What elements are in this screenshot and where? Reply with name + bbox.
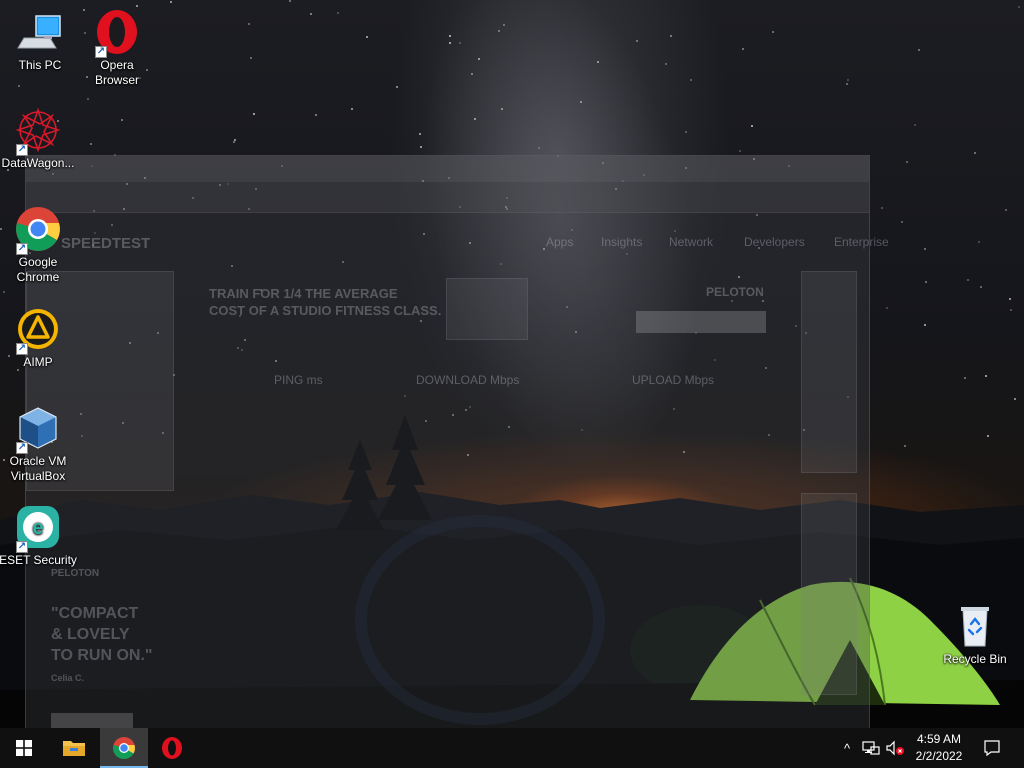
ghost-quote-author: Celia C. bbox=[51, 673, 85, 683]
recycle-bin-icon bbox=[951, 602, 999, 650]
ghost-quote-line-1: "COMPACT bbox=[51, 605, 139, 622]
action-center-button[interactable] bbox=[978, 728, 1006, 768]
ghost-nav-enterprise: Enterprise bbox=[834, 235, 889, 249]
taskbar-file-explorer[interactable] bbox=[50, 728, 98, 768]
ghost-nav-apps: Apps bbox=[546, 235, 574, 249]
desktop-icon-label: Google Chrome bbox=[16, 255, 60, 284]
desktop-icon-this-pc[interactable]: This PC bbox=[0, 8, 80, 73]
eset-icon: e ↗ bbox=[14, 503, 62, 553]
start-icon bbox=[16, 740, 32, 756]
desktop-icon-label: Recycle Bin bbox=[943, 652, 1007, 666]
ghost-ad-brand: PELOTON bbox=[706, 285, 764, 299]
ghost-ad-headline-2: COST OF A STUDIO FITNESS CLASS. bbox=[209, 303, 442, 318]
ghost-address-bar bbox=[26, 182, 869, 213]
ghost-right-ad-1 bbox=[801, 271, 857, 473]
aimp-icon: ↗ bbox=[14, 305, 62, 355]
desktop-icon-label: ESET Security bbox=[0, 553, 77, 567]
taskbar-opera[interactable] bbox=[148, 728, 196, 768]
ghost-metric-ping: PING ms bbox=[274, 373, 323, 387]
ghost-tab-strip bbox=[26, 156, 869, 182]
desktop-icon-datawagon[interactable]: ↗ DataWagon... bbox=[0, 106, 78, 171]
taskbar-chrome[interactable] bbox=[100, 728, 148, 768]
desktop-icon-eset[interactable]: e ↗ ESET Security bbox=[0, 503, 78, 568]
shortcut-arrow-icon: ↗ bbox=[16, 243, 28, 255]
ghost-ad-headline-1: TRAIN FOR 1/4 THE AVERAGE bbox=[209, 286, 398, 301]
ghost-nav-developers: Developers bbox=[744, 235, 805, 249]
ghost-side-brand: PELOTON bbox=[51, 568, 100, 579]
ghost-ad-image bbox=[446, 278, 528, 340]
ghost-ad-button bbox=[636, 311, 766, 333]
desktop-icon-opera[interactable]: ↗ Opera Browser bbox=[77, 8, 157, 88]
desktop-icon-virtualbox[interactable]: ↗ Oracle VM VirtualBox bbox=[0, 404, 78, 484]
virtualbox-icon: ↗ bbox=[14, 404, 62, 454]
clock-date: 2/2/2022 bbox=[915, 749, 963, 763]
ghost-metric-upload: UPLOAD Mbps bbox=[632, 373, 715, 387]
opera-icon bbox=[162, 737, 182, 759]
desktop-icon-label: Oracle VM VirtualBox bbox=[9, 454, 67, 483]
opera-icon: ↗ bbox=[93, 8, 141, 58]
computer-icon bbox=[16, 8, 64, 56]
ghost-right-ad-2 bbox=[801, 493, 857, 695]
file-explorer-icon bbox=[63, 741, 85, 756]
shortcut-arrow-icon: ↗ bbox=[16, 343, 28, 355]
chrome-icon bbox=[113, 737, 135, 759]
desktop-icon-aimp[interactable]: ↗ AIMP bbox=[0, 305, 78, 370]
ghost-metric-download: DOWNLOAD Mbps bbox=[416, 373, 520, 387]
desktop-icon-label: DataWagon... bbox=[1, 156, 75, 170]
ghost-quote-line-2: & LOVELY bbox=[51, 626, 130, 643]
desktop-icon-label: This PC bbox=[18, 58, 62, 72]
volume-muted-icon[interactable] bbox=[884, 728, 906, 768]
network-icon[interactable] bbox=[860, 728, 882, 768]
start-button[interactable] bbox=[0, 728, 48, 768]
desktop-icon-google-chrome[interactable]: ↗ Google Chrome bbox=[0, 205, 78, 285]
shortcut-arrow-icon: ↗ bbox=[95, 46, 107, 58]
chrome-icon: ↗ bbox=[14, 205, 62, 255]
taskbar-clock[interactable]: 4:59 AM 2/2/2022 bbox=[905, 728, 973, 768]
shortcut-arrow-icon: ↗ bbox=[16, 144, 28, 156]
ghost-speed-gauge bbox=[355, 515, 605, 725]
shortcut-arrow-icon: ↗ bbox=[16, 442, 28, 454]
desktop-icon-label: AIMP bbox=[23, 355, 53, 369]
taskbar: ^ 4:59 AM 2/2/2022 bbox=[0, 728, 1024, 768]
ghost-quote-line-3: TO RUN ON." bbox=[51, 647, 153, 664]
ghost-nav-network: Network bbox=[669, 235, 714, 249]
shortcut-arrow-icon: ↗ bbox=[16, 541, 28, 553]
ghost-nav-insights: Insights bbox=[601, 235, 643, 249]
notification-icon bbox=[984, 740, 1000, 757]
clock-time: 4:59 AM bbox=[916, 732, 962, 746]
svg-text:e: e bbox=[32, 517, 43, 539]
ghost-side-button bbox=[51, 713, 133, 729]
desktop-icon-recycle-bin[interactable]: Recycle Bin bbox=[935, 602, 1015, 667]
datawagon-icon: ↗ bbox=[14, 106, 62, 156]
tray-overflow-chevron[interactable]: ^ bbox=[838, 728, 856, 768]
desktop-icon-label: Opera Browser bbox=[94, 58, 139, 87]
